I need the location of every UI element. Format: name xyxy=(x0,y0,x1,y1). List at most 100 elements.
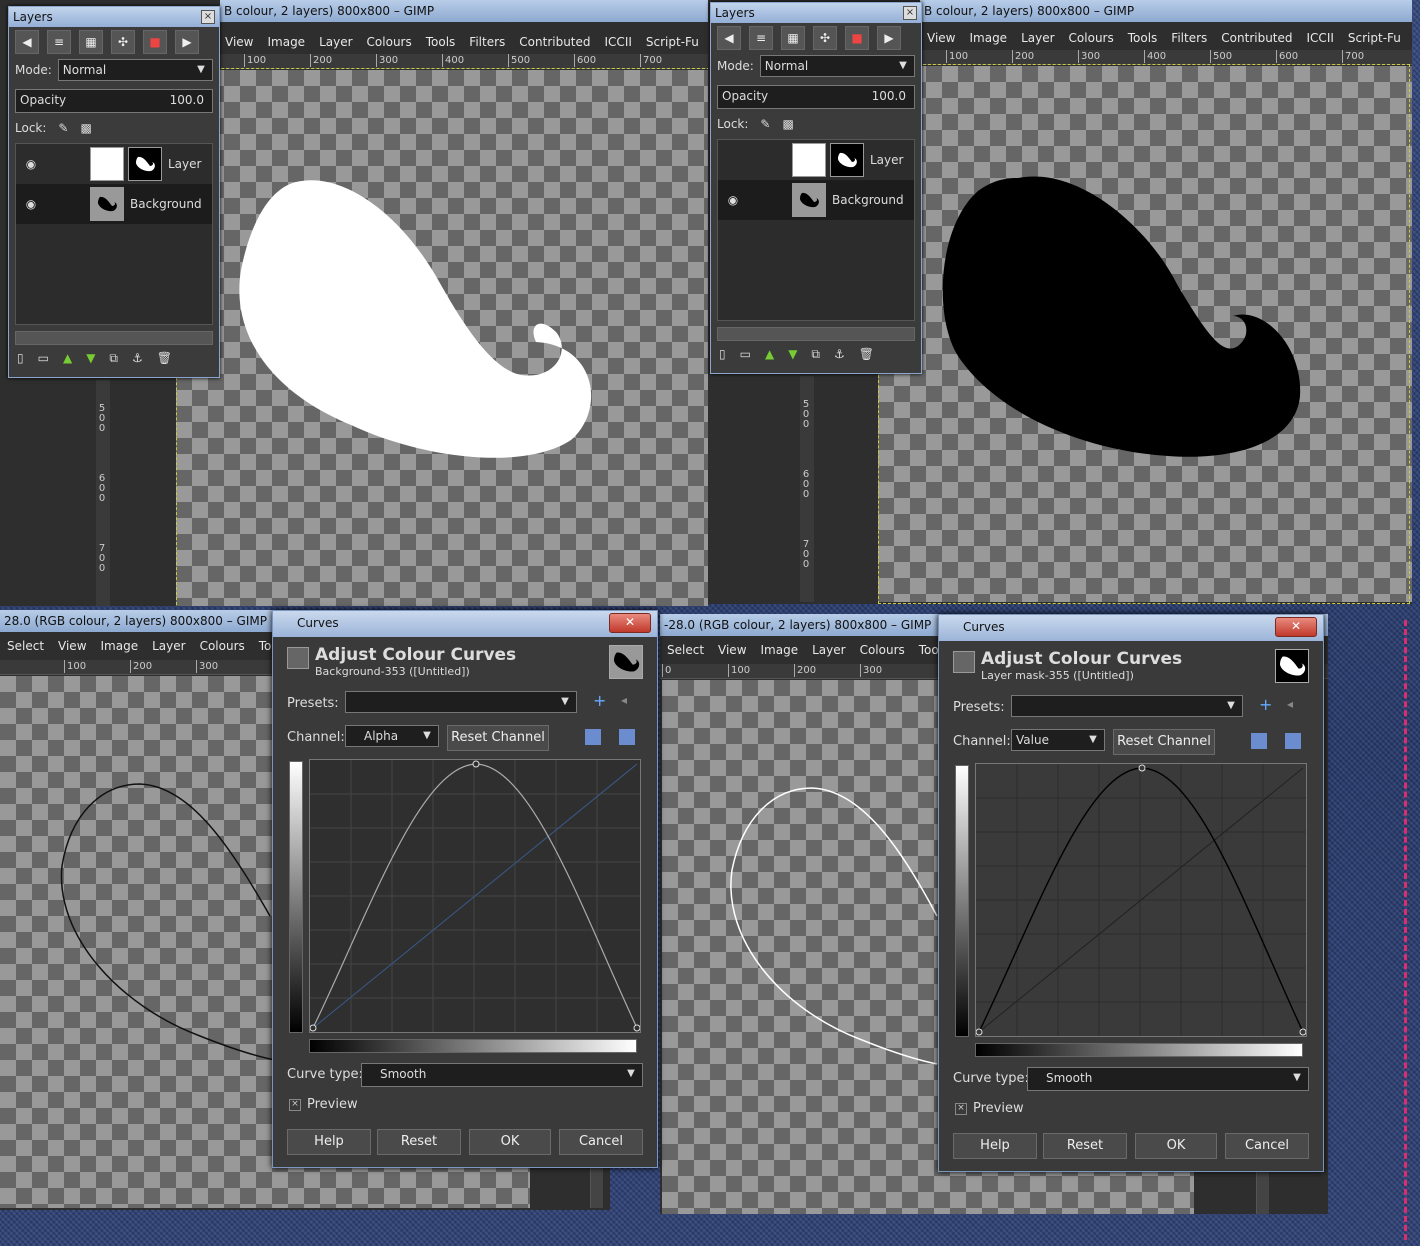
reset-channel-button[interactable]: Reset Channel xyxy=(1113,729,1215,755)
menu-item[interactable]: Script-Fu xyxy=(1341,28,1408,48)
menu-item[interactable]: View xyxy=(218,32,260,52)
menu-item[interactable]: Colours xyxy=(360,32,419,52)
menu-item[interactable]: Colours xyxy=(1062,28,1121,48)
menu-item[interactable]: Colours xyxy=(193,636,252,656)
mode-select[interactable]: Normal ▼ xyxy=(759,55,915,77)
paths-tab-icon[interactable]: ✣ xyxy=(111,30,135,54)
menu-item[interactable]: Tools xyxy=(419,32,463,52)
preset-menu-icon[interactable]: ◂ xyxy=(621,693,627,707)
close-icon[interactable]: × xyxy=(201,10,215,24)
alpha-lock-icon[interactable]: ▩ xyxy=(782,117,793,131)
menu-item[interactable]: Colours xyxy=(853,640,912,660)
brush-lock-icon[interactable]: ✎ xyxy=(760,117,770,131)
new-layer-icon[interactable]: ▯ xyxy=(719,347,726,362)
cancel-button[interactable]: Cancel xyxy=(1225,1133,1309,1159)
new-group-icon[interactable]: ▭ xyxy=(740,347,751,362)
layer-row-layer[interactable]: ◉ Layer xyxy=(16,144,212,184)
presets-combo[interactable]: ▼ xyxy=(345,691,577,713)
layers-tab-icon[interactable]: ≡ xyxy=(47,30,71,54)
raise-layer-icon[interactable]: ▲ xyxy=(63,351,72,366)
help-button[interactable]: Help xyxy=(953,1133,1037,1159)
menu-item[interactable]: Contributed xyxy=(512,32,597,52)
lower-layer-icon[interactable]: ▼ xyxy=(86,351,95,366)
ok-button[interactable]: OK xyxy=(469,1129,551,1155)
menu-item[interactable]: Image xyxy=(94,636,146,656)
eye-icon[interactable]: ◉ xyxy=(16,157,46,171)
close-icon[interactable]: ✕ xyxy=(609,613,651,633)
colour-tab-icon[interactable]: ■ xyxy=(143,30,167,54)
channels-tab-icon[interactable]: ▦ xyxy=(781,26,805,50)
menu-item[interactable]: Image xyxy=(962,28,1014,48)
anchor-icon[interactable]: ⚓ xyxy=(834,347,845,362)
opacity-slider[interactable]: Opacity 100.0 xyxy=(15,89,213,113)
anchor-icon[interactable]: ⚓ xyxy=(132,351,143,366)
menu-item[interactable]: Image xyxy=(754,640,806,660)
add-preset-icon[interactable]: + xyxy=(593,691,606,710)
menu-item[interactable]: Layer xyxy=(805,640,852,660)
reset-channel-button[interactable]: Reset Channel xyxy=(447,725,549,751)
menu-item[interactable]: View xyxy=(51,636,93,656)
arrow-right-icon[interactable]: ▶ xyxy=(175,30,199,54)
layer-row-background[interactable]: ◉ Background xyxy=(718,180,914,220)
opacity-slider[interactable]: Opacity 100.0 xyxy=(717,85,915,109)
menu-item[interactable]: View xyxy=(920,28,962,48)
arrow-right-icon[interactable]: ▶ xyxy=(877,26,901,50)
new-layer-icon[interactable]: ▯ xyxy=(17,351,24,366)
eye-icon[interactable]: ◉ xyxy=(718,193,748,207)
menu-item[interactable]: Layer xyxy=(312,32,359,52)
channels-tab-icon[interactable]: ▦ xyxy=(79,30,103,54)
colour-tab-icon[interactable]: ■ xyxy=(845,26,869,50)
curve-type-combo[interactable]: Smooth ▼ xyxy=(1027,1067,1309,1091)
menu-item[interactable]: Tools xyxy=(1121,28,1165,48)
lower-layer-icon[interactable]: ▼ xyxy=(788,347,797,362)
help-button[interactable]: Help xyxy=(287,1129,371,1155)
mode-select[interactable]: Normal ▼ xyxy=(57,59,213,81)
horizontal-scrollbar[interactable] xyxy=(717,327,915,341)
menu-item[interactable]: Script-Fu xyxy=(639,32,706,52)
arrow-left-icon[interactable]: ◀ xyxy=(717,26,741,50)
eye-icon[interactable]: ◉ xyxy=(16,197,46,211)
arrow-left-icon[interactable]: ◀ xyxy=(15,30,39,54)
preview-checkbox[interactable]: × xyxy=(955,1103,967,1115)
delete-layer-icon[interactable]: 🗑 xyxy=(859,347,874,362)
presets-combo[interactable]: ▼ xyxy=(1011,695,1243,717)
new-group-icon[interactable]: ▭ xyxy=(38,351,49,366)
horizontal-scrollbar[interactable] xyxy=(15,331,213,345)
menu-item[interactable]: ICCII xyxy=(1300,28,1341,48)
log-histogram-icon[interactable] xyxy=(1285,733,1301,749)
channel-combo[interactable]: Alpha ▼ xyxy=(345,725,439,747)
menu-item[interactable]: Contributed xyxy=(1214,28,1299,48)
alpha-lock-icon[interactable]: ▩ xyxy=(80,121,91,135)
linear-histogram-icon[interactable] xyxy=(1251,733,1267,749)
layer-row-background[interactable]: ◉ Background xyxy=(16,184,212,224)
duplicate-layer-icon[interactable]: ⧉ xyxy=(811,347,820,362)
paths-tab-icon[interactable]: ✣ xyxy=(813,26,837,50)
close-icon[interactable]: ✕ xyxy=(1275,617,1317,637)
menu-item[interactable]: Image xyxy=(260,32,312,52)
linear-histogram-icon[interactable] xyxy=(585,729,601,745)
raise-layer-icon[interactable]: ▲ xyxy=(765,347,774,362)
layers-tab-icon[interactable]: ≡ xyxy=(749,26,773,50)
reset-button[interactable]: Reset xyxy=(377,1129,461,1155)
cancel-button[interactable]: Cancel xyxy=(559,1129,643,1155)
menu-item[interactable]: Layer xyxy=(1014,28,1061,48)
reset-button[interactable]: Reset xyxy=(1043,1133,1127,1159)
menu-item[interactable]: Select xyxy=(660,640,711,660)
menu-item[interactable]: Xtn xyxy=(1408,28,1412,48)
brush-lock-icon[interactable]: ✎ xyxy=(58,121,68,135)
menu-item[interactable]: Filters xyxy=(462,32,512,52)
add-preset-icon[interactable]: + xyxy=(1259,695,1272,714)
close-icon[interactable]: × xyxy=(903,6,917,20)
layer-row-layer[interactable]: Layer xyxy=(718,140,914,180)
log-histogram-icon[interactable] xyxy=(619,729,635,745)
menu-item[interactable]: Layer xyxy=(145,636,192,656)
preview-checkbox[interactable]: × xyxy=(289,1099,301,1111)
menu-item[interactable]: Select xyxy=(0,636,51,656)
menu-item[interactable]: Filters xyxy=(1164,28,1214,48)
delete-layer-icon[interactable]: 🗑 xyxy=(157,351,172,366)
duplicate-layer-icon[interactable]: ⧉ xyxy=(109,351,118,366)
curve-graph[interactable] xyxy=(975,763,1307,1037)
ok-button[interactable]: OK xyxy=(1135,1133,1217,1159)
preset-menu-icon[interactable]: ◂ xyxy=(1287,697,1293,711)
channel-combo[interactable]: Value ▼ xyxy=(1011,729,1105,751)
